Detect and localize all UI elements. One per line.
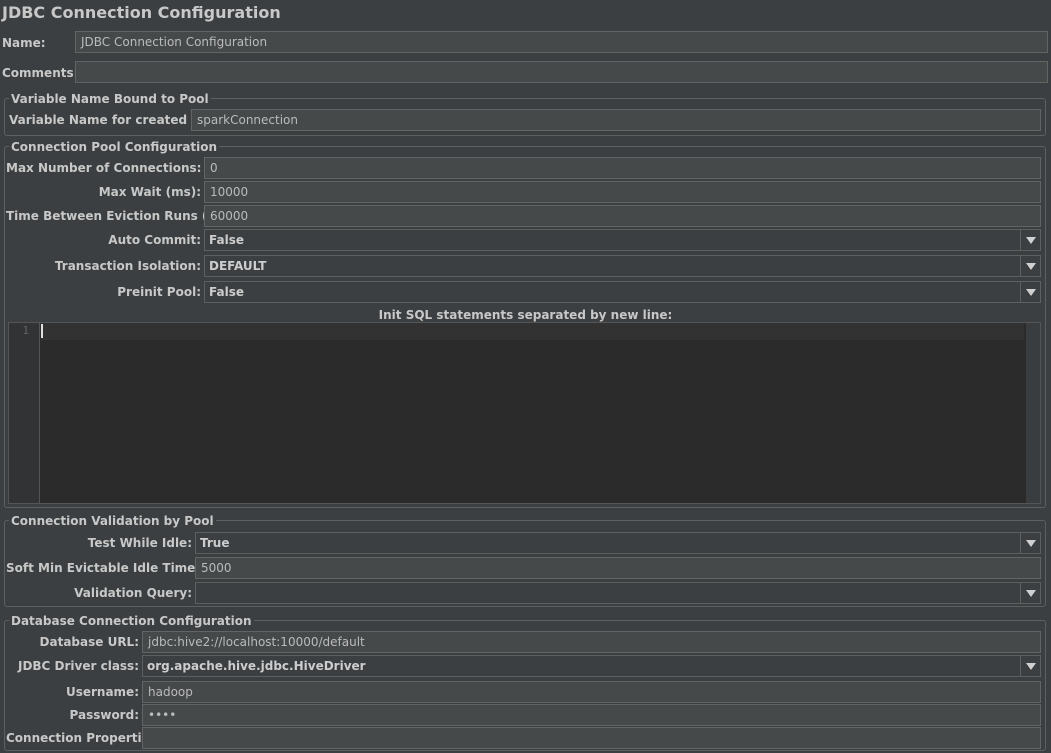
validation-query-select[interactable] [195,582,1041,604]
validation-group-title: Connection Validation by Pool [9,514,216,528]
jdbc-driver-select[interactable]: org.apache.hive.jdbc.HiveDriver [142,655,1041,677]
password-label: Password: [69,708,140,722]
test-while-idle-select[interactable]: True [195,532,1041,554]
name-label: Name: [2,36,46,50]
chevron-down-icon[interactable] [1020,282,1040,302]
chevron-down-icon[interactable] [1020,656,1040,676]
max-connections-label: Max Number of Connections: [6,161,202,175]
chevron-down-icon[interactable] [1020,533,1040,553]
init-sql-editor[interactable]: 1 [8,322,1041,504]
transaction-isolation-value: DEFAULT [209,259,267,273]
variable-name-input[interactable]: sparkConnection [191,109,1041,131]
password-input[interactable]: •••• [142,704,1041,726]
validation-query-label: Validation Query: [74,586,192,600]
preinit-pool-value: False [209,285,244,299]
page-title: JDBC Connection Configuration [2,3,281,22]
database-config-group-title: Database Connection Configuration [9,614,254,628]
jdbc-driver-value: org.apache.hive.jdbc.HiveDriver [147,659,366,673]
vertical-scrollbar[interactable] [1026,323,1040,503]
connection-properties-label: Connection Properties: [6,731,162,745]
jdbc-driver-label: JDBC Driver class: [17,659,139,673]
transaction-isolation-select[interactable]: DEFAULT [204,255,1041,277]
name-input[interactable]: JDBC Connection Configuration [75,31,1048,53]
auto-commit-label: Auto Commit: [108,233,201,247]
username-input[interactable]: hadoop [142,681,1041,703]
line-number-gutter: 1 [9,323,40,503]
connection-properties-input[interactable] [142,727,1041,749]
variable-name-group-title: Variable Name Bound to Pool [9,92,211,106]
comments-label: Comments: [2,66,79,80]
text-caret [41,324,43,338]
soft-min-idle-input[interactable]: 5000 [195,557,1041,579]
chevron-down-icon[interactable] [1020,230,1040,250]
line-number: 1 [22,324,29,337]
auto-commit-value: False [209,233,244,247]
test-while-idle-value: True [200,536,230,550]
max-wait-label: Max Wait (ms): [98,185,201,199]
current-line-highlight [41,323,1024,340]
username-label: Username: [65,685,139,699]
chevron-down-icon[interactable] [1020,583,1040,603]
pool-config-group-title: Connection Pool Configuration [9,140,220,154]
test-while-idle-label: Test While Idle: [87,536,192,550]
chevron-down-icon[interactable] [1020,256,1040,276]
comments-input[interactable] [75,61,1048,83]
preinit-pool-select[interactable]: False [204,281,1041,303]
transaction-isolation-label: Transaction Isolation: [54,259,201,273]
auto-commit-select[interactable]: False [204,229,1041,251]
max-connections-input[interactable]: 0 [204,157,1041,179]
eviction-runs-input[interactable]: 60000 [204,205,1041,227]
soft-min-idle-label: Soft Min Evictable Idle Time(ms): [6,561,231,575]
preinit-pool-label: Preinit Pool: [117,285,201,299]
database-url-input[interactable]: jdbc:hive2://localhost:10000/default [142,631,1041,653]
database-url-label: Database URL: [39,635,139,649]
max-wait-input[interactable]: 10000 [204,181,1041,203]
eviction-runs-label: Time Between Eviction Runs (ms): [6,209,238,223]
